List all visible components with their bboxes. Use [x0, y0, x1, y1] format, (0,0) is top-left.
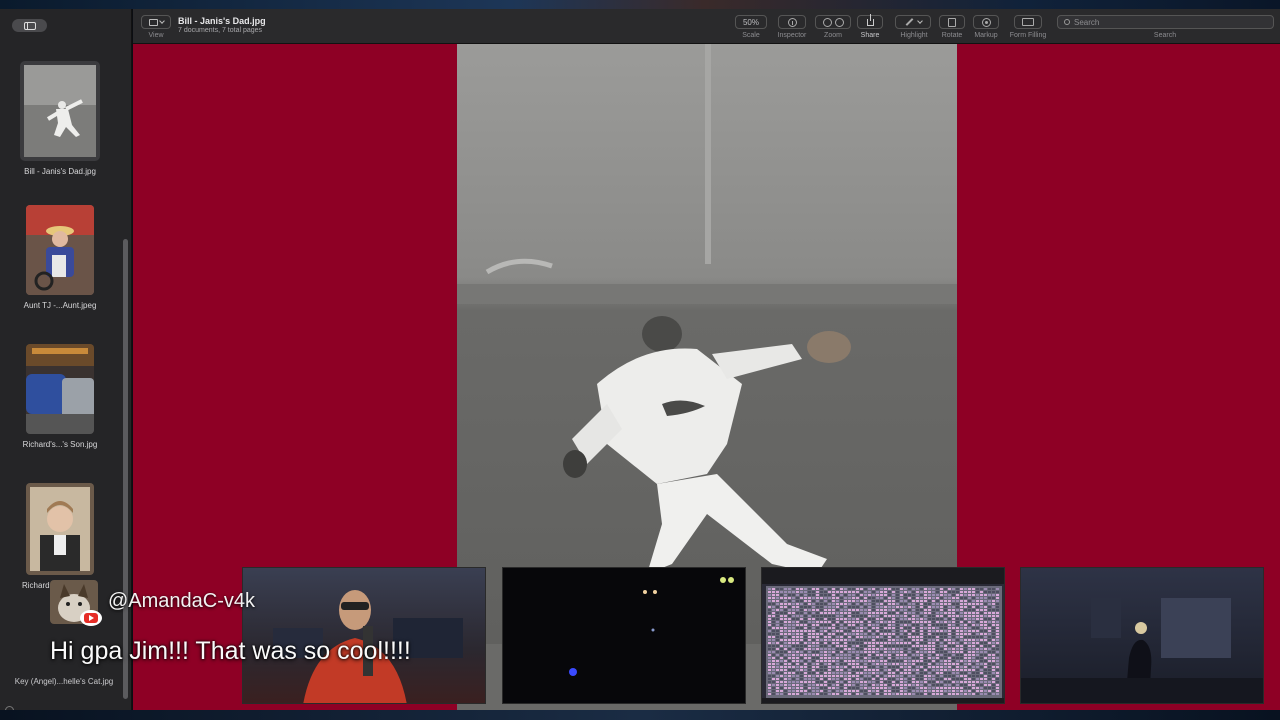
- form-filling-label: Form Filling: [1009, 32, 1047, 39]
- markup-button[interactable]: [973, 15, 999, 29]
- rotate-label: Rotate: [941, 32, 963, 39]
- highlighter-icon: [905, 18, 913, 26]
- zoom-in-icon[interactable]: [834, 17, 844, 27]
- chat-username: @AmandaC-v4k: [108, 590, 256, 612]
- sidebar-toggle-button[interactable]: [12, 19, 47, 32]
- scale-field[interactable]: 50%: [735, 15, 767, 29]
- thumbnail-label: Richard's...'s Son.jpg: [22, 440, 98, 449]
- search-field[interactable]: [1057, 15, 1274, 29]
- toolbar: View Bill - Janis's Dad.jpg 7 documents,…: [133, 9, 1280, 44]
- thumbnail-label: Bill - Janis's Dad.jpg: [24, 167, 96, 176]
- screen-share-tile: [761, 567, 1005, 704]
- window-title: Bill - Janis's Dad.jpg: [178, 16, 266, 26]
- youtube-icon: [80, 610, 102, 626]
- thumbnail-label: Aunt TJ -...Aunt.jpeg: [23, 301, 97, 310]
- inspector-button[interactable]: [778, 15, 806, 29]
- chevron-down-icon: [916, 18, 923, 24]
- share-label: Share: [860, 32, 880, 39]
- thumbnail-image: [26, 483, 94, 575]
- rotate-button[interactable]: [939, 15, 965, 29]
- form-filling-button[interactable]: [1014, 15, 1042, 29]
- sidebar-icon: [23, 21, 36, 30]
- zoom-label: Zoom: [824, 32, 842, 39]
- scale-label: Scale: [742, 32, 760, 39]
- info-icon: [787, 17, 797, 27]
- thumbnail-item-bill[interactable]: Bill - Janis's Dad.jpg: [10, 61, 110, 176]
- thumbnail-item-aunt-tj[interactable]: Aunt TJ -...Aunt.jpeg: [10, 205, 110, 310]
- webcam-tile-streamer: [242, 567, 486, 704]
- zoom-out-icon[interactable]: [822, 17, 832, 27]
- thumbnail-image: [26, 344, 94, 434]
- view-menu-button[interactable]: [141, 15, 171, 29]
- form-icon: [1022, 18, 1034, 26]
- share-icon: [866, 13, 874, 26]
- thumbnail-image: [26, 205, 94, 295]
- chevron-down-icon: [158, 18, 165, 24]
- thumbnail-item-richards-son[interactable]: Richard's...'s Son.jpg: [10, 344, 110, 449]
- rotate-icon: [948, 17, 956, 27]
- sidebar-scrollbar[interactable]: [123, 239, 128, 699]
- zoom-buttons[interactable]: [815, 15, 851, 29]
- share-button[interactable]: [857, 13, 883, 29]
- screen: Bill - Janis's Dad.jpg Aunt TJ -...Aunt.…: [0, 0, 1280, 720]
- search-icon: [1064, 19, 1070, 25]
- markup-label: Markup: [974, 32, 998, 39]
- desktop-background-bottom: [0, 710, 1280, 720]
- sidebar-view-icon: [148, 18, 158, 26]
- search-input[interactable]: [1074, 17, 1264, 27]
- thumbnail-item-richard[interactable]: Richard: [10, 483, 110, 590]
- inspector-label: Inspector: [777, 32, 807, 39]
- webcam-tile-dark-room: [502, 567, 746, 704]
- chat-message: Hi gpa Jim!!! That was so cool!!!!: [50, 637, 411, 665]
- highlight-label: Highlight: [900, 32, 928, 39]
- thumbnail-image: [20, 61, 100, 161]
- window-subtitle: 7 documents, 7 total pages: [178, 27, 263, 34]
- webcam-tile-living-room: [1020, 567, 1264, 704]
- thumbnail-label-bottom: Key (Angel)...helle's Cat.jpg: [14, 677, 114, 686]
- search-label: Search: [1153, 32, 1177, 39]
- markup-icon: [981, 17, 991, 27]
- highlight-button[interactable]: [895, 15, 931, 29]
- view-label: View: [148, 32, 164, 39]
- desktop-background: [0, 0, 1280, 9]
